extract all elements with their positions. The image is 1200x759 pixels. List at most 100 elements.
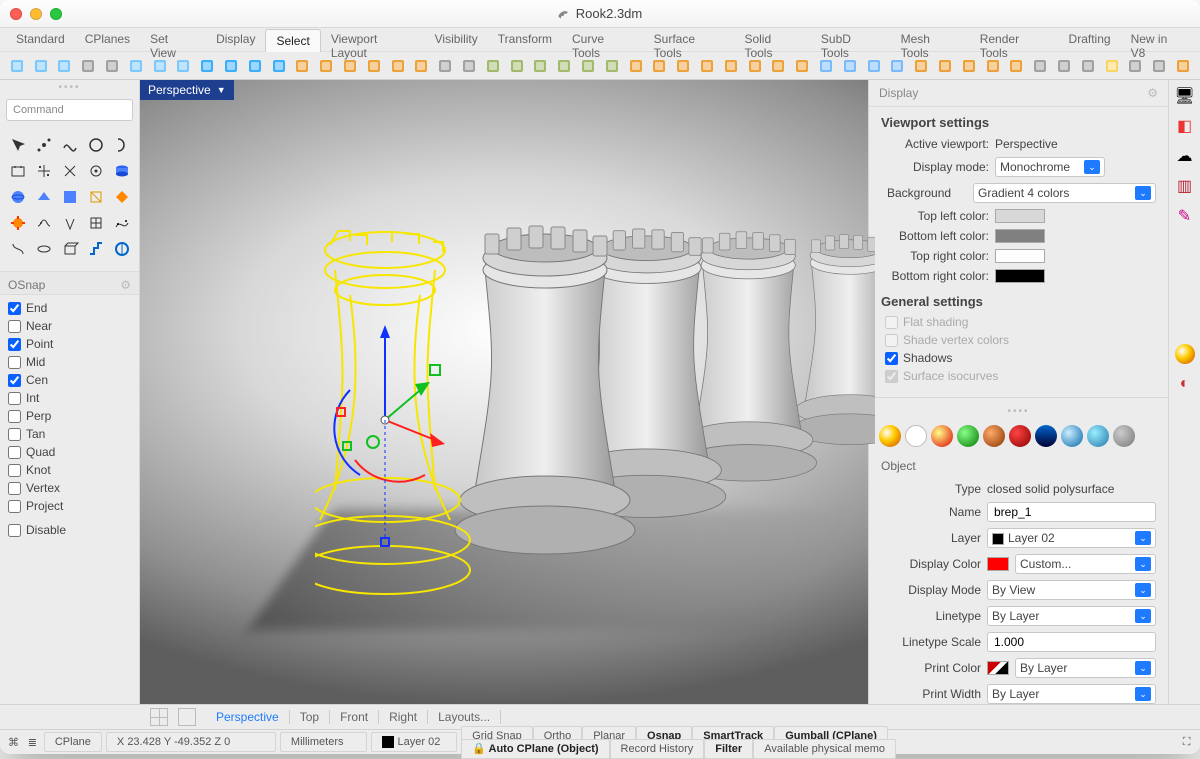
ribbon-tab-curve-tools[interactable]: Curve Tools [562, 28, 644, 51]
toolbar-icon[interactable] [553, 55, 575, 77]
linetype-scale-input[interactable] [987, 632, 1156, 652]
checkbox[interactable] [885, 352, 898, 365]
brush-icon[interactable]: ✎ [1175, 206, 1195, 226]
display-mode-select[interactable]: Monochrome⌄ [995, 157, 1105, 177]
tool-icon[interactable] [6, 133, 30, 157]
toolbar-icon[interactable] [744, 55, 766, 77]
checkbox[interactable] [8, 302, 21, 315]
toolbar-icon[interactable] [1077, 55, 1099, 77]
tool-icon[interactable] [84, 185, 108, 209]
color-swatch-tr[interactable] [995, 249, 1045, 263]
toolbar-icon[interactable] [244, 55, 266, 77]
tool-icon[interactable] [6, 159, 30, 183]
toolbar-icon[interactable] [292, 55, 314, 77]
ribbon-tab-solid-tools[interactable]: Solid Tools [734, 28, 810, 51]
toolbar-icon[interactable] [363, 55, 385, 77]
toolbar-icon[interactable] [149, 55, 171, 77]
checkbox[interactable] [8, 392, 21, 405]
checkbox[interactable] [8, 356, 21, 369]
layout-4view-icon[interactable] [150, 708, 168, 726]
toolbar-icon[interactable] [886, 55, 908, 77]
view-tab-layouts[interactable]: Layouts... [428, 710, 501, 724]
toolbar-icon[interactable] [458, 55, 480, 77]
checkbox[interactable] [8, 338, 21, 351]
view-tab-front[interactable]: Front [330, 710, 379, 724]
osnap-near[interactable]: Near [8, 319, 131, 333]
ribbon-tab-subd-tools[interactable]: SubD Tools [811, 28, 891, 51]
ribbon-tab-transform[interactable]: Transform [488, 28, 562, 51]
drag-handle[interactable]: •••• [869, 404, 1168, 419]
panel-icon[interactable]: ◧ [1175, 116, 1195, 136]
toolbar-icon[interactable] [1172, 55, 1194, 77]
viewport-title[interactable]: Perspective▼ [140, 80, 234, 100]
status-record-history[interactable]: Record History [610, 739, 705, 759]
material-sphere-icon[interactable] [1175, 344, 1195, 364]
gear-icon[interactable]: ⚙ [120, 278, 131, 292]
zoom-window-button[interactable] [50, 8, 62, 20]
tool-icon[interactable] [58, 133, 82, 157]
toolbar-icon[interactable] [934, 55, 956, 77]
toolbar-icon[interactable] [815, 55, 837, 77]
checkbox[interactable] [8, 320, 21, 333]
status-layer[interactable]: Layer 02 [371, 732, 458, 752]
status-available-physical-memo[interactable]: Available physical memo [753, 739, 896, 759]
toolbar-icon[interactable] [1005, 55, 1027, 77]
ribbon-tab-render-tools[interactable]: Render Tools [970, 28, 1059, 51]
toolbar-icon[interactable] [125, 55, 147, 77]
tool-icon[interactable] [84, 159, 108, 183]
texture-tab-icon[interactable] [931, 425, 953, 447]
toolbar-icon[interactable] [173, 55, 195, 77]
tool-icon[interactable] [32, 211, 56, 235]
osnap-vertex[interactable]: Vertex [8, 481, 131, 495]
layers-icon[interactable]: ▥ [1175, 176, 1195, 196]
ribbon-tab-cplanes[interactable]: CPlanes [75, 28, 140, 51]
toolbar-icon[interactable] [196, 55, 218, 77]
osnap-knot[interactable]: Knot [8, 463, 131, 477]
display-color-select[interactable]: Custom...⌄ [1015, 554, 1156, 574]
toolbar-icon[interactable] [30, 55, 52, 77]
toolbar-icon[interactable] [768, 55, 790, 77]
ribbon-tab-new-in-v8[interactable]: New in V8 [1121, 28, 1194, 51]
color-swatch-tl[interactable] [995, 209, 1045, 223]
tool-icon[interactable] [6, 237, 30, 261]
toolbar-icon[interactable] [958, 55, 980, 77]
toolbar-icon[interactable] [791, 55, 813, 77]
tab-icon[interactable] [1035, 425, 1057, 447]
toolbar-icon[interactable] [411, 55, 433, 77]
checkbox[interactable] [8, 446, 21, 459]
toolbar-icon[interactable] [672, 55, 694, 77]
toolbar-icon[interactable] [720, 55, 742, 77]
view-tab-right[interactable]: Right [379, 710, 428, 724]
toolbar-icon[interactable] [268, 55, 290, 77]
tool-icon[interactable] [58, 159, 82, 183]
tool-icon[interactable] [84, 211, 108, 235]
properties-tab-icon[interactable] [879, 425, 901, 447]
tool-icon[interactable] [32, 159, 56, 183]
cloud-icon[interactable]: ☁︎ [1175, 146, 1195, 166]
osnap-perp[interactable]: Perp [8, 409, 131, 423]
toolbar-icon[interactable] [315, 55, 337, 77]
name-input[interactable] [987, 502, 1156, 522]
ribbon-tab-standard[interactable]: Standard [6, 28, 75, 51]
view-tab-perspective[interactable]: Perspective [206, 710, 290, 724]
tool-icon[interactable] [110, 133, 134, 157]
monitor-icon[interactable]: 🖥 [1175, 86, 1195, 106]
ribbon-tab-visibility[interactable]: Visibility [425, 28, 488, 51]
background-select[interactable]: Gradient 4 colors⌄ [973, 183, 1156, 203]
surface-iso-check[interactable]: Surface isocurves [869, 367, 1168, 391]
osnap-project[interactable]: Project [8, 499, 131, 513]
toolbar-icon[interactable] [982, 55, 1004, 77]
close-window-button[interactable] [10, 8, 22, 20]
checkbox[interactable] [8, 464, 21, 477]
tool-icon[interactable] [84, 133, 108, 157]
osnap-int[interactable]: Int [8, 391, 131, 405]
expand-icon[interactable]: ⛶ [1179, 733, 1194, 751]
list-icon[interactable]: ≣ [25, 733, 40, 751]
tool-icon[interactable] [110, 237, 134, 261]
chevron-down-icon[interactable]: ▼ [217, 85, 226, 95]
tool-icon[interactable] [110, 159, 134, 183]
osnap-quad[interactable]: Quad [8, 445, 131, 459]
tab-icon[interactable] [1113, 425, 1135, 447]
toolbar-icon[interactable] [839, 55, 861, 77]
toolbar-icon[interactable] [339, 55, 361, 77]
